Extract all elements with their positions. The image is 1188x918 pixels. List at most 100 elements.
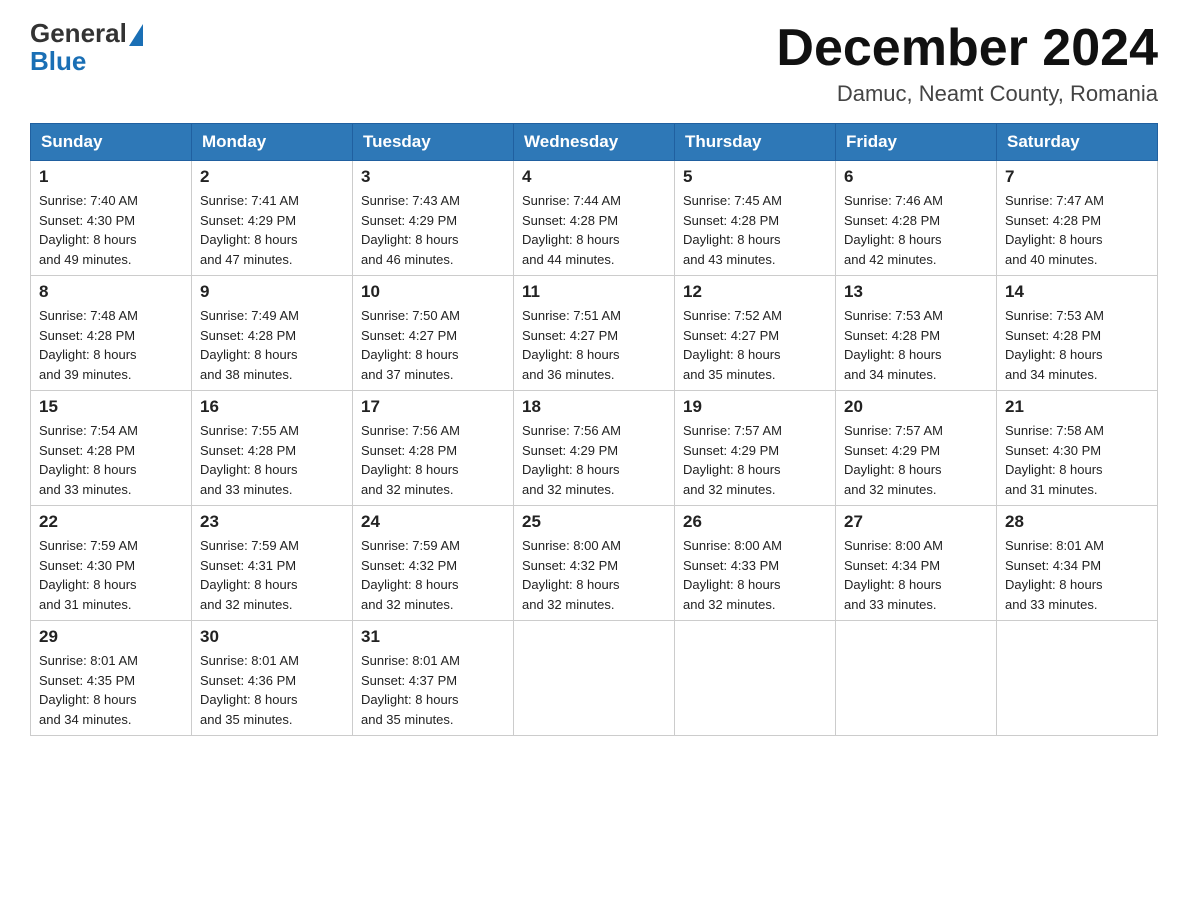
- day-number: 7: [1005, 167, 1149, 187]
- day-number: 8: [39, 282, 183, 302]
- day-info: Sunrise: 8:01 AM Sunset: 4:35 PM Dayligh…: [39, 651, 183, 729]
- day-number: 30: [200, 627, 344, 647]
- calendar-cell: 16 Sunrise: 7:55 AM Sunset: 4:28 PM Dayl…: [192, 391, 353, 506]
- day-info: Sunrise: 7:47 AM Sunset: 4:28 PM Dayligh…: [1005, 191, 1149, 269]
- day-number: 4: [522, 167, 666, 187]
- calendar-cell: 31 Sunrise: 8:01 AM Sunset: 4:37 PM Dayl…: [353, 621, 514, 736]
- logo-general-text: General: [30, 20, 127, 46]
- day-info: Sunrise: 7:53 AM Sunset: 4:28 PM Dayligh…: [844, 306, 988, 384]
- weekday-header-tuesday: Tuesday: [353, 124, 514, 161]
- day-number: 25: [522, 512, 666, 532]
- calendar-cell: 4 Sunrise: 7:44 AM Sunset: 4:28 PM Dayli…: [514, 161, 675, 276]
- month-title: December 2024: [776, 20, 1158, 77]
- weekday-header-saturday: Saturday: [997, 124, 1158, 161]
- day-info: Sunrise: 7:57 AM Sunset: 4:29 PM Dayligh…: [844, 421, 988, 499]
- day-number: 5: [683, 167, 827, 187]
- calendar-cell: 8 Sunrise: 7:48 AM Sunset: 4:28 PM Dayli…: [31, 276, 192, 391]
- day-info: Sunrise: 7:44 AM Sunset: 4:28 PM Dayligh…: [522, 191, 666, 269]
- week-row-3: 15 Sunrise: 7:54 AM Sunset: 4:28 PM Dayl…: [31, 391, 1158, 506]
- day-info: Sunrise: 8:01 AM Sunset: 4:37 PM Dayligh…: [361, 651, 505, 729]
- day-number: 3: [361, 167, 505, 187]
- calendar-cell: 21 Sunrise: 7:58 AM Sunset: 4:30 PM Dayl…: [997, 391, 1158, 506]
- calendar-cell: [997, 621, 1158, 736]
- day-number: 17: [361, 397, 505, 417]
- day-number: 28: [1005, 512, 1149, 532]
- calendar-cell: 15 Sunrise: 7:54 AM Sunset: 4:28 PM Dayl…: [31, 391, 192, 506]
- day-number: 10: [361, 282, 505, 302]
- day-number: 1: [39, 167, 183, 187]
- calendar-cell: 12 Sunrise: 7:52 AM Sunset: 4:27 PM Dayl…: [675, 276, 836, 391]
- day-number: 2: [200, 167, 344, 187]
- day-info: Sunrise: 7:48 AM Sunset: 4:28 PM Dayligh…: [39, 306, 183, 384]
- day-number: 24: [361, 512, 505, 532]
- calendar-cell: 7 Sunrise: 7:47 AM Sunset: 4:28 PM Dayli…: [997, 161, 1158, 276]
- calendar-cell: 26 Sunrise: 8:00 AM Sunset: 4:33 PM Dayl…: [675, 506, 836, 621]
- day-number: 16: [200, 397, 344, 417]
- day-info: Sunrise: 7:57 AM Sunset: 4:29 PM Dayligh…: [683, 421, 827, 499]
- day-number: 22: [39, 512, 183, 532]
- day-number: 15: [39, 397, 183, 417]
- weekday-header-thursday: Thursday: [675, 124, 836, 161]
- weekday-header-monday: Monday: [192, 124, 353, 161]
- calendar-cell: 22 Sunrise: 7:59 AM Sunset: 4:30 PM Dayl…: [31, 506, 192, 621]
- day-info: Sunrise: 8:00 AM Sunset: 4:33 PM Dayligh…: [683, 536, 827, 614]
- logo: General Blue: [30, 20, 145, 77]
- day-number: 13: [844, 282, 988, 302]
- calendar-cell: 29 Sunrise: 8:01 AM Sunset: 4:35 PM Dayl…: [31, 621, 192, 736]
- day-number: 14: [1005, 282, 1149, 302]
- calendar-cell: 5 Sunrise: 7:45 AM Sunset: 4:28 PM Dayli…: [675, 161, 836, 276]
- day-number: 12: [683, 282, 827, 302]
- calendar-cell: 1 Sunrise: 7:40 AM Sunset: 4:30 PM Dayli…: [31, 161, 192, 276]
- day-info: Sunrise: 8:01 AM Sunset: 4:34 PM Dayligh…: [1005, 536, 1149, 614]
- day-info: Sunrise: 7:59 AM Sunset: 4:32 PM Dayligh…: [361, 536, 505, 614]
- day-number: 6: [844, 167, 988, 187]
- calendar-cell: [836, 621, 997, 736]
- calendar-cell: 19 Sunrise: 7:57 AM Sunset: 4:29 PM Dayl…: [675, 391, 836, 506]
- day-info: Sunrise: 8:00 AM Sunset: 4:34 PM Dayligh…: [844, 536, 988, 614]
- week-row-4: 22 Sunrise: 7:59 AM Sunset: 4:30 PM Dayl…: [31, 506, 1158, 621]
- week-row-2: 8 Sunrise: 7:48 AM Sunset: 4:28 PM Dayli…: [31, 276, 1158, 391]
- week-row-5: 29 Sunrise: 8:01 AM Sunset: 4:35 PM Dayl…: [31, 621, 1158, 736]
- day-info: Sunrise: 7:59 AM Sunset: 4:31 PM Dayligh…: [200, 536, 344, 614]
- day-number: 18: [522, 397, 666, 417]
- day-number: 11: [522, 282, 666, 302]
- day-info: Sunrise: 7:53 AM Sunset: 4:28 PM Dayligh…: [1005, 306, 1149, 384]
- calendar-cell: 9 Sunrise: 7:49 AM Sunset: 4:28 PM Dayli…: [192, 276, 353, 391]
- day-number: 19: [683, 397, 827, 417]
- calendar-cell: 20 Sunrise: 7:57 AM Sunset: 4:29 PM Dayl…: [836, 391, 997, 506]
- weekday-header-sunday: Sunday: [31, 124, 192, 161]
- weekday-header-friday: Friday: [836, 124, 997, 161]
- day-info: Sunrise: 7:43 AM Sunset: 4:29 PM Dayligh…: [361, 191, 505, 269]
- day-number: 27: [844, 512, 988, 532]
- calendar-cell: 2 Sunrise: 7:41 AM Sunset: 4:29 PM Dayli…: [192, 161, 353, 276]
- day-number: 21: [1005, 397, 1149, 417]
- calendar-cell: 17 Sunrise: 7:56 AM Sunset: 4:28 PM Dayl…: [353, 391, 514, 506]
- weekday-header-wednesday: Wednesday: [514, 124, 675, 161]
- logo-blue-text: Blue: [30, 46, 86, 76]
- day-info: Sunrise: 7:40 AM Sunset: 4:30 PM Dayligh…: [39, 191, 183, 269]
- day-info: Sunrise: 7:59 AM Sunset: 4:30 PM Dayligh…: [39, 536, 183, 614]
- calendar-cell: 6 Sunrise: 7:46 AM Sunset: 4:28 PM Dayli…: [836, 161, 997, 276]
- day-info: Sunrise: 7:52 AM Sunset: 4:27 PM Dayligh…: [683, 306, 827, 384]
- day-number: 29: [39, 627, 183, 647]
- title-area: December 2024 Damuc, Neamt County, Roman…: [776, 20, 1158, 107]
- day-number: 9: [200, 282, 344, 302]
- calendar-table: SundayMondayTuesdayWednesdayThursdayFrid…: [30, 123, 1158, 736]
- logo-triangle-icon: [129, 24, 143, 46]
- day-info: Sunrise: 7:58 AM Sunset: 4:30 PM Dayligh…: [1005, 421, 1149, 499]
- calendar-cell: 24 Sunrise: 7:59 AM Sunset: 4:32 PM Dayl…: [353, 506, 514, 621]
- calendar-cell: 23 Sunrise: 7:59 AM Sunset: 4:31 PM Dayl…: [192, 506, 353, 621]
- day-number: 31: [361, 627, 505, 647]
- calendar-cell: 3 Sunrise: 7:43 AM Sunset: 4:29 PM Dayli…: [353, 161, 514, 276]
- day-info: Sunrise: 7:55 AM Sunset: 4:28 PM Dayligh…: [200, 421, 344, 499]
- week-row-1: 1 Sunrise: 7:40 AM Sunset: 4:30 PM Dayli…: [31, 161, 1158, 276]
- day-number: 20: [844, 397, 988, 417]
- calendar-cell: 14 Sunrise: 7:53 AM Sunset: 4:28 PM Dayl…: [997, 276, 1158, 391]
- day-info: Sunrise: 7:49 AM Sunset: 4:28 PM Dayligh…: [200, 306, 344, 384]
- weekday-header-row: SundayMondayTuesdayWednesdayThursdayFrid…: [31, 124, 1158, 161]
- day-number: 23: [200, 512, 344, 532]
- day-info: Sunrise: 7:46 AM Sunset: 4:28 PM Dayligh…: [844, 191, 988, 269]
- location-title: Damuc, Neamt County, Romania: [776, 81, 1158, 107]
- day-info: Sunrise: 7:56 AM Sunset: 4:29 PM Dayligh…: [522, 421, 666, 499]
- day-info: Sunrise: 7:50 AM Sunset: 4:27 PM Dayligh…: [361, 306, 505, 384]
